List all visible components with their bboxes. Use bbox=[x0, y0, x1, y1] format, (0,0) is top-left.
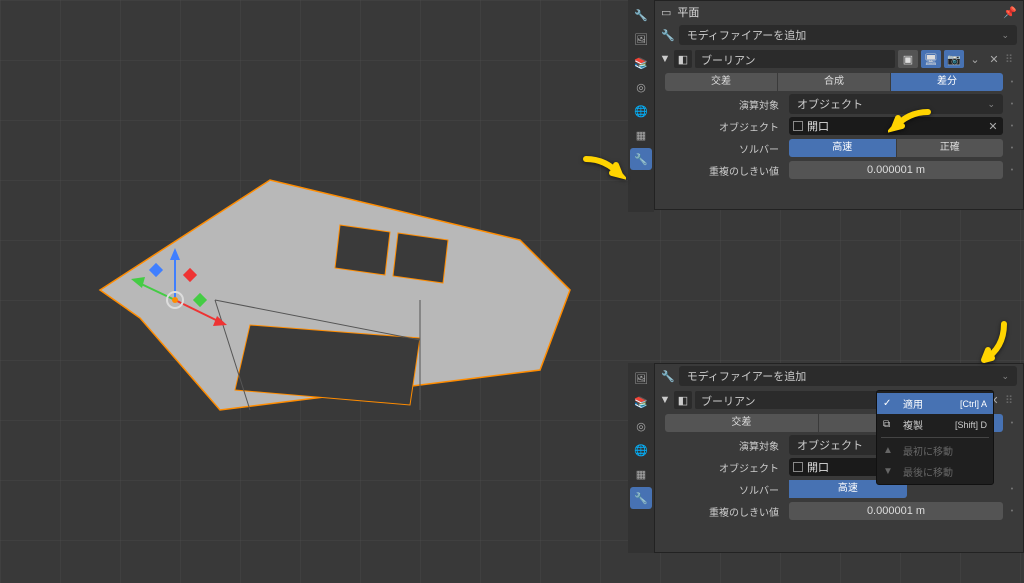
clear-object[interactable]: ✕ bbox=[987, 120, 999, 133]
triangle-up-icon: ▲ bbox=[883, 445, 897, 456]
modifier-name-field[interactable]: ブーリアン bbox=[695, 50, 895, 68]
wrench-icon: 🔧 bbox=[661, 29, 675, 42]
toggle-editmode[interactable]: 🖥 bbox=[921, 50, 941, 68]
menu-duplicate[interactable]: ⧉ 複製 [Shift] D bbox=[877, 414, 993, 435]
modifier-name-field[interactable]: ブーリアン bbox=[695, 391, 895, 409]
object-label: オブジェクト bbox=[695, 119, 785, 134]
modifier-context-menu: ✓ 適用 [Ctrl] A ⧉ 複製 [Shift] D ▲ 最初に移動 ▼ 最… bbox=[876, 390, 994, 485]
tab-object[interactable]: ▦ bbox=[630, 124, 652, 146]
transform-gizmo[interactable] bbox=[125, 250, 225, 350]
object-field[interactable]: 開口 bbox=[789, 458, 890, 476]
modifier-menu-chevron[interactable]: ⌄ bbox=[967, 53, 983, 66]
tab-modifiers[interactable]: 🔧 bbox=[630, 148, 652, 170]
annotation-arrow-2 bbox=[888, 108, 932, 148]
modifier-panel-1: ▭ 平面 📌 🔧 モディファイアーを追加 ⌄ ▼ ◧ ブーリアン ▣ 🖥 📷 ⌄… bbox=[654, 0, 1024, 210]
chevron-down-icon: ⌄ bbox=[987, 99, 995, 110]
toggle-realtime[interactable]: 📷 bbox=[944, 50, 964, 68]
threshold-label: 重複のしきい値 bbox=[695, 504, 785, 519]
tab-view[interactable]: 📚 bbox=[630, 391, 652, 413]
tab-scene[interactable]: ◎ bbox=[630, 415, 652, 437]
add-modifier-dropdown[interactable]: モディファイアーを追加 ⌄ bbox=[679, 366, 1017, 386]
op-intersect[interactable]: 交差 bbox=[665, 414, 818, 432]
tab-world[interactable]: 🌐 bbox=[630, 439, 652, 461]
menu-move-first-label: 最初に移動 bbox=[903, 443, 987, 458]
tab-output[interactable]: 🖼 bbox=[630, 28, 652, 50]
solver-label: ソルバー bbox=[695, 141, 785, 156]
check-icon: ✓ bbox=[883, 398, 897, 409]
add-modifier-label: モディファイアーを追加 bbox=[687, 27, 807, 43]
menu-move-first[interactable]: ▲ 最初に移動 bbox=[877, 440, 993, 461]
mesh-icon bbox=[793, 121, 803, 131]
tab-object[interactable]: ▦ bbox=[630, 463, 652, 485]
properties-tabs-2: 🖼 📚 ◎ 🌐 ▦ 🔧 bbox=[628, 363, 654, 553]
chevron-down-icon: ⌄ bbox=[1001, 30, 1009, 41]
boolean-icon: ◧ bbox=[674, 391, 692, 409]
object-icon: ▭ bbox=[661, 6, 671, 19]
threshold-field[interactable]: 0.000001 m bbox=[789, 502, 1003, 520]
object-value: 開口 bbox=[807, 459, 886, 475]
operand-value: オブジェクト bbox=[797, 437, 863, 453]
toggle-on-cage[interactable]: ▣ bbox=[898, 50, 918, 68]
threshold-label: 重複のしきい値 bbox=[695, 163, 785, 178]
tab-world[interactable]: 🌐 bbox=[630, 100, 652, 122]
wrench-icon: 🔧 bbox=[661, 370, 675, 383]
menu-duplicate-shortcut: [Shift] D bbox=[955, 420, 987, 430]
op-difference[interactable]: 差分 bbox=[891, 73, 1003, 91]
tab-view[interactable]: 📚 bbox=[630, 52, 652, 74]
menu-move-last[interactable]: ▼ 最後に移動 bbox=[877, 461, 993, 482]
solver-label: ソルバー bbox=[695, 482, 785, 497]
tab-modifiers[interactable]: 🔧 bbox=[630, 487, 652, 509]
tab-render[interactable]: 🔧 bbox=[630, 4, 652, 26]
disclosure-triangle[interactable]: ▼ bbox=[659, 394, 671, 406]
annotation-arrow-1 bbox=[582, 155, 626, 195]
properties-tabs: 🔧 🖼 📚 ◎ 🌐 ▦ 🔧 bbox=[628, 0, 654, 212]
triangle-down-icon: ▼ bbox=[883, 466, 897, 477]
menu-apply-shortcut: [Ctrl] A bbox=[960, 399, 987, 409]
object-name: 平面 bbox=[677, 4, 997, 20]
copy-icon: ⧉ bbox=[883, 419, 897, 430]
modifier-header: ▼ ◧ ブーリアン ▣ 🖥 📷 ⌄ ✕ ⠿ bbox=[655, 47, 1023, 71]
pin-icon[interactable]: 📌 bbox=[1003, 6, 1017, 19]
solver-fast[interactable]: 高速 bbox=[789, 139, 896, 157]
menu-move-last-label: 最後に移動 bbox=[903, 464, 987, 479]
operand-label: 演算対象 bbox=[695, 438, 785, 453]
operand-label: 演算対象 bbox=[695, 97, 785, 112]
remove-modifier[interactable]: ✕ bbox=[986, 53, 1002, 66]
menu-apply[interactable]: ✓ 適用 [Ctrl] A bbox=[877, 393, 993, 414]
menu-duplicate-label: 複製 bbox=[903, 417, 949, 432]
boolean-icon: ◧ bbox=[674, 50, 692, 68]
tab-scene[interactable]: ◎ bbox=[630, 76, 652, 98]
object-label: オブジェクト bbox=[695, 460, 785, 475]
add-modifier-dropdown[interactable]: モディファイアーを追加 ⌄ bbox=[679, 25, 1017, 45]
drag-handle[interactable]: ⠿ bbox=[1005, 394, 1019, 407]
annotation-arrow-3 bbox=[964, 320, 1008, 368]
op-intersect[interactable]: 交差 bbox=[665, 73, 777, 91]
add-modifier-label: モディファイアーを追加 bbox=[687, 368, 807, 384]
menu-apply-label: 適用 bbox=[903, 396, 954, 411]
op-union[interactable]: 合成 bbox=[778, 73, 890, 91]
tab-output[interactable]: 🖼 bbox=[630, 367, 652, 389]
mesh-icon bbox=[793, 462, 803, 472]
threshold-field[interactable]: 0.000001 m bbox=[789, 161, 1003, 179]
operand-value: オブジェクト bbox=[797, 96, 863, 112]
chevron-down-icon: ⌄ bbox=[1001, 371, 1009, 382]
menu-separator bbox=[881, 437, 989, 438]
disclosure-triangle[interactable]: ▼ bbox=[659, 53, 671, 65]
drag-handle[interactable]: ⠿ bbox=[1005, 53, 1019, 66]
